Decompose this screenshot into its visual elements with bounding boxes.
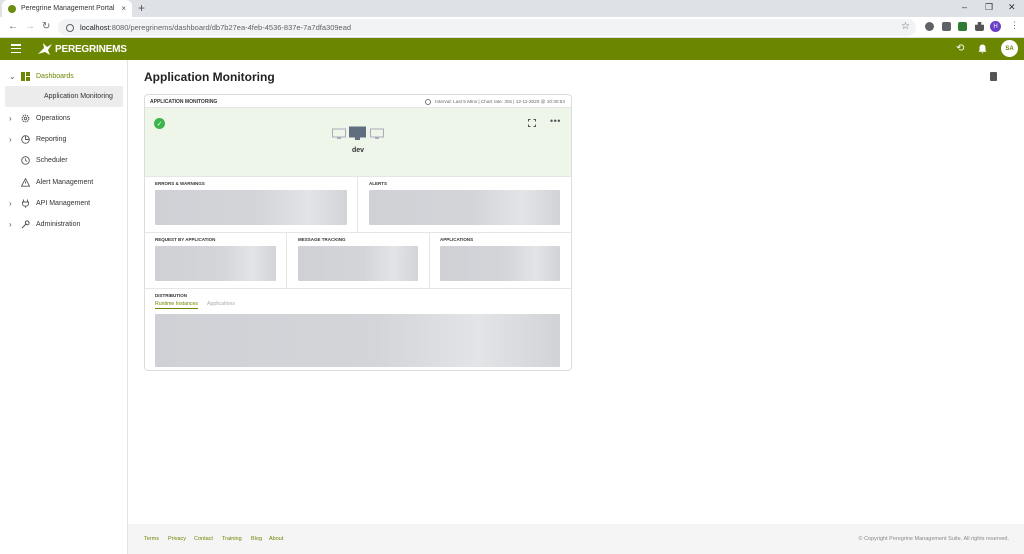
applications-label: APPLICATIONS [440,237,474,242]
sidebar-item-dashboards[interactable]: ⌄ Dashboards [0,66,127,86]
browser-menu-icon[interactable]: ⋮ [1010,20,1019,31]
reload-icon[interactable]: ↻ [42,21,50,32]
peregrine-bird-icon [38,43,52,55]
close-tab-icon[interactable]: × [121,4,126,13]
sidebar-item-label: Dashboards [36,72,74,80]
chevron-right-icon[interactable]: › [9,114,17,123]
favicon-icon [8,4,16,13]
url-host: localhost [80,23,110,32]
chevron-right-icon[interactable]: › [9,135,17,144]
monitors-icon[interactable] [332,126,384,140]
history-icon[interactable]: ⟲ [956,43,964,54]
url-path: :8080/peregrinems/dashboard/db7b27ea-4fe… [109,23,352,32]
alerts-placeholder [369,190,560,225]
footer-link-privacy[interactable]: Privacy [168,536,186,542]
dashboard-icon [21,71,30,81]
card-header: APPLICATION MONITORING Interval: Last 5 … [145,95,571,108]
expand-icon[interactable] [528,119,536,127]
close-window-icon[interactable]: ✕ [1008,2,1016,13]
extension-icon[interactable] [942,22,951,31]
footer-link-contact[interactable]: Contact [194,536,213,542]
footer: Terms Privacy Contact Training Blog Abou… [128,524,1024,554]
monitoring-card: APPLICATION MONITORING Interval: Last 5 … [144,94,572,371]
sidebar-item-alert-management[interactable]: Alert Management [0,172,127,192]
sidebar-item-reporting[interactable]: › Reporting [0,129,127,149]
clock-icon [21,155,30,165]
environment-status-area: ✓ dev ••• [145,108,571,176]
tab-applications[interactable]: Applications [207,301,235,307]
browser-toolbar: ← → ↻ localhost:8080/peregrinems/dashboa… [0,17,1024,38]
address-bar[interactable]: localhost:8080/peregrinems/dashboard/db7… [58,19,916,36]
brand-logo[interactable]: PEREGRINEMS [37,42,127,56]
footer-link-terms[interactable]: Terms [144,536,159,542]
clock-icon [425,98,432,105]
chevron-right-icon[interactable]: › [9,220,17,229]
footer-link-about[interactable]: About [269,536,283,542]
chevron-right-icon[interactable]: › [9,199,17,208]
sidebar-item-label: API Management [36,199,91,207]
card-meta-text: Interval: Last 5 Mins | Chart rate: 30s … [435,99,565,104]
more-options-icon[interactable]: ••• [550,116,561,126]
sidebar-item-label: Scheduler [36,156,68,164]
browser-tab[interactable]: Peregrine Management Portal × [2,0,132,17]
restore-icon[interactable]: ❐ [985,2,993,13]
sidebar-item-administration[interactable]: › Administration [0,214,127,234]
app-header: PEREGRINEMS ⟲ SA [0,38,1024,60]
sidebar-item-label: Administration [36,220,81,228]
distribution-placeholder [155,314,560,367]
new-tab-icon[interactable]: + [138,1,145,15]
extension-icon[interactable] [925,22,934,31]
request-by-application-label: REQUEST BY APPLICATION [155,237,216,242]
sidebar: ⌄ Dashboards Application Monitoring › Op… [0,60,128,554]
footer-link-blog[interactable]: Blog [251,536,262,542]
message-tracking-placeholder [298,246,418,281]
browser-tab-bar: Peregrine Management Portal × + – ❐ ✕ [0,0,1024,17]
request-by-application-placeholder [155,246,276,281]
site-info-icon[interactable] [66,23,74,32]
sidebar-item-label: Operations [36,114,71,122]
bookmark-star-icon[interactable]: ☆ [901,21,910,32]
errors-warnings-placeholder [155,190,347,225]
sidebar-subitem-label: Application Monitoring [44,93,113,100]
card-title: APPLICATION MONITORING [150,98,218,105]
alerts-label: ALERTS [369,181,387,186]
warning-icon [21,177,30,187]
plug-icon [22,199,29,208]
message-tracking-label: MESSAGE TRACKING [298,237,346,242]
copyright-text: © Copyright Peregrine Management Suite. … [858,536,1010,542]
tab-runtime-instances[interactable]: Runtime Instances [155,301,198,309]
user-avatar[interactable]: SA [1001,40,1018,57]
browser-tab-title: Peregrine Management Portal [21,5,115,12]
page-title: Application Monitoring [144,70,275,84]
bell-icon[interactable] [978,44,987,54]
trash-icon[interactable] [990,72,997,81]
forward-icon[interactable]: → [25,21,35,32]
applications-placeholder [440,246,560,281]
minimize-icon[interactable]: – [962,2,967,12]
hamburger-menu-icon[interactable] [11,44,21,54]
sidebar-item-api-management[interactable]: › API Management [0,193,127,213]
environment-label: dev [351,147,365,154]
gear-icon [21,114,30,122]
profile-avatar[interactable]: H [990,21,1001,32]
errors-warnings-label: ERRORS & WARNINGS [155,181,205,186]
check-circle-icon: ✓ [154,118,165,129]
main-content: Application Monitoring APPLICATION MONIT… [128,60,1024,524]
sidebar-subitem-application-monitoring[interactable]: Application Monitoring [5,86,123,107]
distribution-label: DISTRIBUTION [155,293,187,298]
card-meta: Interval: Last 5 Mins | Chart rate: 30s … [425,98,565,105]
sidebar-item-operations[interactable]: › Operations [0,108,127,128]
sidebar-item-scheduler[interactable]: Scheduler [0,150,127,170]
extension-icon[interactable] [958,22,967,31]
footer-link-training[interactable]: Training [222,536,242,542]
pie-chart-icon [21,134,30,144]
sidebar-item-label: Alert Management [36,178,94,186]
back-icon[interactable]: ← [8,21,18,32]
chevron-down-icon[interactable]: ⌄ [9,72,17,81]
wrench-icon [21,219,30,228]
brand-name: PEREGRINEMS [55,43,127,55]
sidebar-item-label: Reporting [36,135,67,143]
